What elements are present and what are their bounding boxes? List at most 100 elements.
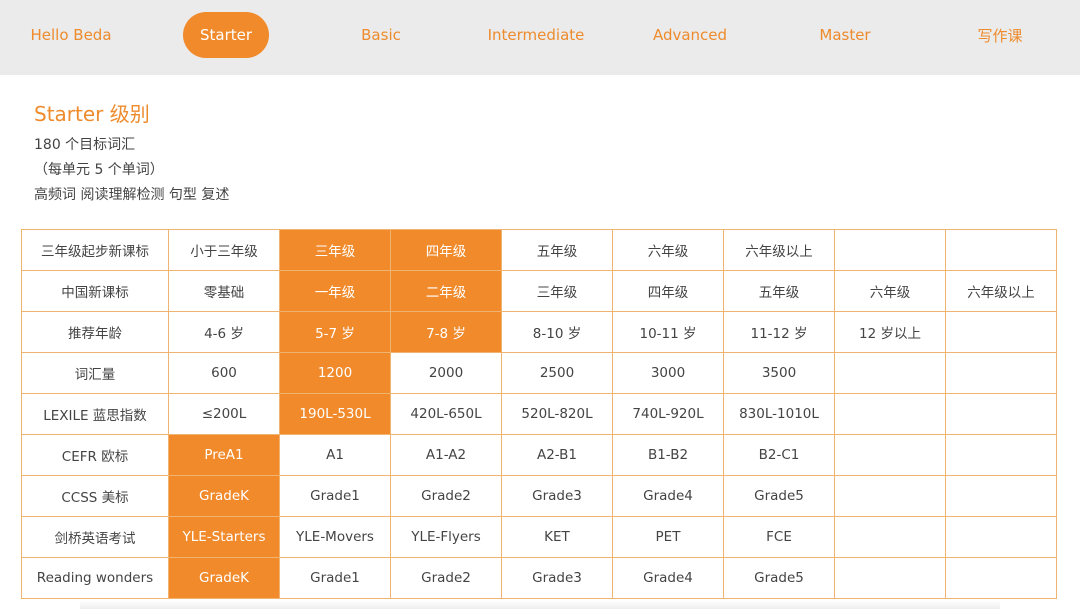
row-header-cell: Reading wonders bbox=[21, 557, 169, 599]
table-cell: 4-6 岁 bbox=[168, 311, 280, 353]
table-cell: Grade2 bbox=[390, 557, 502, 599]
table-cell: 11-12 岁 bbox=[723, 311, 835, 353]
table-cell: B1-B2 bbox=[612, 434, 724, 476]
table-cell: 190L-530L bbox=[279, 393, 391, 435]
table-cell: 5-7 岁 bbox=[279, 311, 391, 353]
table-cell: B2-C1 bbox=[723, 434, 835, 476]
row-cambridge-exam: 剑桥英语考试 YLE-Starters YLE-Movers YLE-Flyers KE… bbox=[21, 516, 1057, 558]
table-cell: 四年级 bbox=[390, 229, 502, 271]
table-cell: YLE-Flyers bbox=[390, 516, 502, 558]
table-cell bbox=[834, 434, 946, 476]
table-cell: 五年级 bbox=[723, 270, 835, 312]
table-cell: 六年级 bbox=[612, 229, 724, 271]
table-cell: 六年级 bbox=[834, 270, 946, 312]
table-cell bbox=[945, 352, 1057, 394]
table-cell: GradeK bbox=[168, 475, 280, 517]
nav-tab-starter[interactable]: Starter bbox=[183, 12, 269, 58]
table-cell: KET bbox=[501, 516, 613, 558]
table-cell: 小于三年级 bbox=[168, 229, 280, 271]
intro-words-per-unit: （每单元 5 个单词） bbox=[34, 162, 164, 178]
table-cell: 10-11 岁 bbox=[612, 311, 724, 353]
row-cn-grade-start3: 三年级起步新课标 小于三年级 三年级 四年级 五年级 六年级 六年级以上 bbox=[21, 229, 1057, 271]
table-cell: Grade4 bbox=[612, 557, 724, 599]
bottom-shadow bbox=[80, 600, 1000, 609]
table-cell bbox=[945, 475, 1057, 517]
table-cell bbox=[834, 229, 946, 271]
nav-tab-intermediate[interactable]: Intermediate bbox=[478, 12, 594, 58]
table-cell: 四年级 bbox=[612, 270, 724, 312]
table-cell: YLE-Starters bbox=[168, 516, 280, 558]
table-cell: 520L-820L bbox=[501, 393, 613, 435]
table-cell: Grade1 bbox=[279, 557, 391, 599]
table-cell: A2-B1 bbox=[501, 434, 613, 476]
level-nav-bar: Hello Beda Starter Basic Intermediate Ad… bbox=[0, 0, 1080, 75]
row-header-cell: 词汇量 bbox=[21, 352, 169, 394]
level-intro: Starter 级别 180 个目标词汇 （每单元 5 个单词） 高频词 阅读理… bbox=[34, 100, 229, 208]
row-header-cell: 推荐年龄 bbox=[21, 311, 169, 353]
table-cell bbox=[834, 475, 946, 517]
table-cell bbox=[945, 516, 1057, 558]
row-header-cell: LEXILE 蓝思指数 bbox=[21, 393, 169, 435]
table-cell: 7-8 岁 bbox=[390, 311, 502, 353]
table-cell bbox=[834, 393, 946, 435]
table-cell: 六年级以上 bbox=[723, 229, 835, 271]
table-cell: 五年级 bbox=[501, 229, 613, 271]
table-cell: 3500 bbox=[723, 352, 835, 394]
table-cell: 2000 bbox=[390, 352, 502, 394]
nav-tab-hello-beda[interactable]: Hello Beda bbox=[14, 12, 128, 58]
table-cell bbox=[945, 434, 1057, 476]
table-cell: Grade3 bbox=[501, 557, 613, 599]
table-cell: 三年级 bbox=[279, 229, 391, 271]
table-cell: 420L-650L bbox=[390, 393, 502, 435]
nav-tab-writing[interactable]: 写作课 bbox=[957, 12, 1043, 58]
table-cell: 3000 bbox=[612, 352, 724, 394]
table-cell: YLE-Movers bbox=[279, 516, 391, 558]
table-cell: Grade5 bbox=[723, 557, 835, 599]
table-cell: 830L-1010L bbox=[723, 393, 835, 435]
row-header-cell: 三年级起步新课标 bbox=[21, 229, 169, 271]
table-cell: A1 bbox=[279, 434, 391, 476]
row-header-cell: 中国新课标 bbox=[21, 270, 169, 312]
table-cell: 8-10 岁 bbox=[501, 311, 613, 353]
table-cell: Grade4 bbox=[612, 475, 724, 517]
table-cell: ≤200L bbox=[168, 393, 280, 435]
intro-skills: 高频词 阅读理解检测 句型 复述 bbox=[34, 187, 230, 203]
table-cell: 2500 bbox=[501, 352, 613, 394]
row-vocabulary: 词汇量 600 1200 2000 2500 3000 3500 bbox=[21, 352, 1057, 394]
row-lexile: LEXILE 蓝思指数 ≤200L 190L-530L 420L-650L 520L-8… bbox=[21, 393, 1057, 435]
table-cell: 740L-920L bbox=[612, 393, 724, 435]
level-comparison-table: 三年级起步新课标 小于三年级 三年级 四年级 五年级 六年级 六年级以上 中国新课标 零基础 一年… bbox=[21, 229, 1057, 599]
level-title: Starter 级别 bbox=[34, 102, 150, 126]
table-cell bbox=[834, 557, 946, 599]
table-cell: 三年级 bbox=[501, 270, 613, 312]
table-cell: GradeK bbox=[168, 557, 280, 599]
table-cell: A1-A2 bbox=[390, 434, 502, 476]
table-cell: 600 bbox=[168, 352, 280, 394]
table-cell: FCE bbox=[723, 516, 835, 558]
row-reading-wonders: Reading wonders GradeK Grade1 Grade2 Grade3 G… bbox=[21, 557, 1057, 599]
row-header-cell: CEFR 欧标 bbox=[21, 434, 169, 476]
table-cell: Grade1 bbox=[279, 475, 391, 517]
row-header-cell: CCSS 美标 bbox=[21, 475, 169, 517]
nav-tab-basic[interactable]: Basic bbox=[338, 12, 424, 58]
row-cefr: CEFR 欧标 PreA1 A1 A1-A2 A2-B1 B1-B2 B2-C1 bbox=[21, 434, 1057, 476]
row-cn-curriculum: 中国新课标 零基础 一年级 二年级 三年级 四年级 五年级 六年级 六年级以上 bbox=[21, 270, 1057, 312]
table-cell bbox=[945, 229, 1057, 271]
table-cell: Grade2 bbox=[390, 475, 502, 517]
table-cell bbox=[945, 393, 1057, 435]
table-cell: PET bbox=[612, 516, 724, 558]
nav-tab-advanced[interactable]: Advanced bbox=[640, 12, 740, 58]
row-ccss: CCSS 美标 GradeK Grade1 Grade2 Grade3 Grade4 Gra… bbox=[21, 475, 1057, 517]
intro-vocab-count: 180 个目标词汇 bbox=[34, 137, 136, 153]
row-recommended-age: 推荐年龄 4-6 岁 5-7 岁 7-8 岁 8-10 岁 10-11 岁 11-12 岁1… bbox=[21, 311, 1057, 353]
table-cell: PreA1 bbox=[168, 434, 280, 476]
table-cell: Grade3 bbox=[501, 475, 613, 517]
table-cell: 二年级 bbox=[390, 270, 502, 312]
table-cell bbox=[945, 311, 1057, 353]
table-cell: 12 岁以上 bbox=[834, 311, 946, 353]
table-cell: 一年级 bbox=[279, 270, 391, 312]
table-cell bbox=[834, 352, 946, 394]
table-cell: 1200 bbox=[279, 352, 391, 394]
nav-tab-master[interactable]: Master bbox=[802, 12, 888, 58]
table-cell: 六年级以上 bbox=[945, 270, 1057, 312]
